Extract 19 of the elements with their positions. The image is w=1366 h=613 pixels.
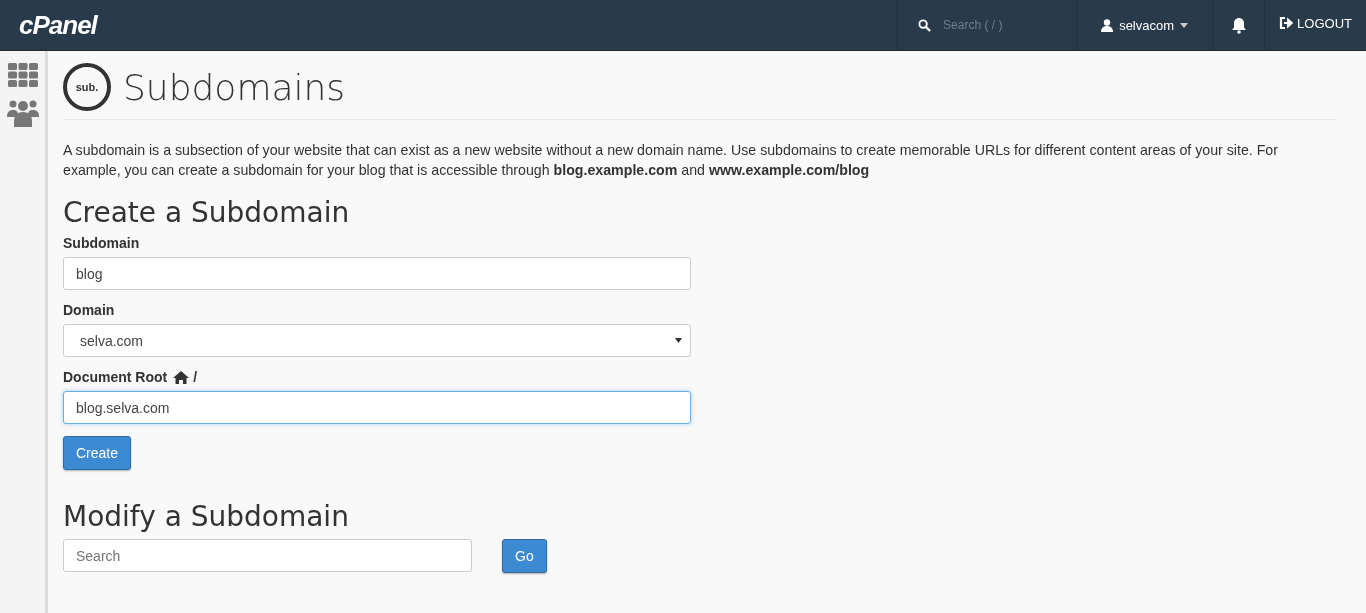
path-separator: /	[193, 369, 198, 385]
field-label: Subdomain	[63, 235, 140, 251]
page-description: A subdomain is a subsection of your website that can exist as a new website without a new domain name. Use subdomains to create memorable URLs for different content areas of your site. For example, you can create a subdomain for your blog that is accessible through blog.example.com and www.example.com/blog	[63, 141, 1279, 180]
field-label: Document Root	[63, 369, 168, 385]
text-field[interactable]: blog.selva.com	[63, 391, 691, 424]
search-field[interactable]: Search ( / )	[941, 17, 1056, 33]
section-heading: Create a Subdomain	[63, 196, 351, 229]
text-field[interactable]: blog	[63, 257, 691, 290]
go-button[interactable]: Go	[502, 539, 547, 573]
domain-select[interactable]: selva.com	[63, 324, 691, 357]
section-heading: Modify a Subdomain	[63, 500, 350, 533]
cpanel-logo[interactable]: cPanel	[19, 9, 97, 41]
logout-button[interactable]: LOGOUT	[1264, 0, 1366, 50]
field-label: Domain	[63, 302, 115, 318]
search-field[interactable]: Search	[63, 539, 472, 572]
subdomains-icon: sub.	[63, 63, 111, 111]
page-title: Subdomains	[123, 66, 346, 108]
create-button[interactable]: Create	[63, 436, 132, 470]
user-menu-button[interactable]: selvacom	[1076, 0, 1213, 50]
